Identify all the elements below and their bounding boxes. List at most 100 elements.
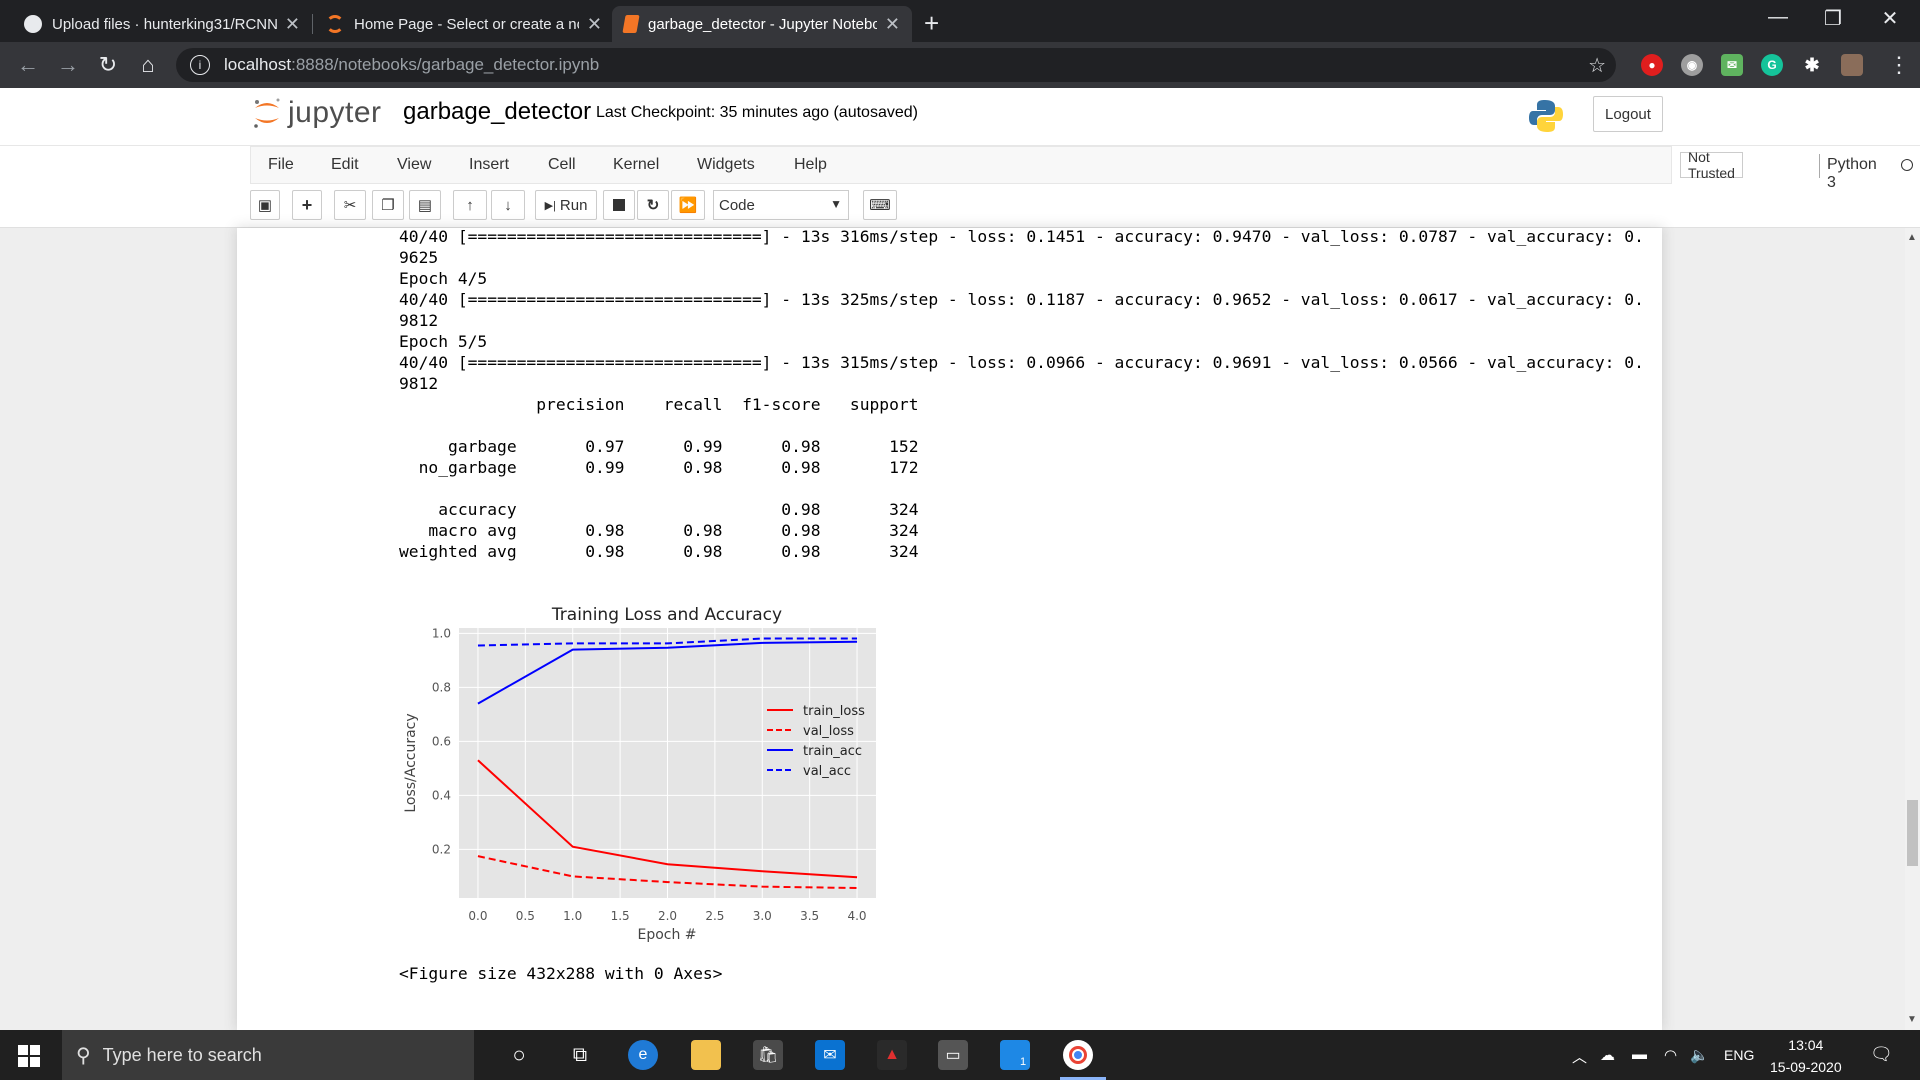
phone-app-icon[interactable]: 1 <box>1000 1040 1030 1070</box>
logout-button[interactable]: Logout <box>1593 96 1663 132</box>
close-icon[interactable]: ✕ <box>587 14 602 35</box>
copy-button[interactable]: ❐ <box>372 190 404 220</box>
restart-run-all-button[interactable]: ⏩ <box>671 190 705 220</box>
system-clock[interactable]: 13:04 15-09-2020 <box>1770 1034 1842 1078</box>
show-hidden-icons-icon[interactable]: ︿ <box>1572 1046 1587 1067</box>
scroll-thumb[interactable] <box>1907 800 1918 866</box>
extension-red-icon[interactable]: ● <box>1641 54 1663 76</box>
menu-file[interactable]: File <box>268 156 294 174</box>
tab-title: garbage_detector - Jupyter Notebook <box>648 15 877 33</box>
cell-type-value: Code <box>719 196 755 214</box>
scroll-up-icon[interactable]: ▲ <box>1907 232 1917 243</box>
more-menu-icon[interactable]: ⋮ <box>1888 52 1910 78</box>
move-up-button[interactable]: ↑ <box>453 190 487 220</box>
x-tick-label: 2.0 <box>658 909 677 923</box>
close-icon[interactable]: ✕ <box>285 14 300 35</box>
clock-date: 15-09-2020 <box>1770 1059 1842 1075</box>
menu-edit[interactable]: Edit <box>331 156 359 174</box>
jupyter-logo[interactable]: jupyter <box>252 96 382 130</box>
tab-home-page[interactable]: Home Page - Select or create a notebook … <box>314 6 614 42</box>
menu-widgets[interactable]: Widgets <box>697 156 755 174</box>
profile-avatar[interactable] <box>1841 54 1863 76</box>
reload-icon[interactable]: ↻ <box>94 52 122 78</box>
home-icon[interactable]: ⌂ <box>134 52 162 78</box>
close-window-icon[interactable]: ✕ <box>1870 6 1910 31</box>
address-bar[interactable]: i localhost:8888/notebooks/garbage_detec… <box>176 48 1616 82</box>
page-scrollbar[interactable]: ▲ ▼ <box>1905 228 1920 1030</box>
cell-output-text: 40/40 [==============================] -… <box>399 226 1644 562</box>
tab-title: Upload files · hunterking31/RCNN <box>52 15 277 33</box>
terminal-icon[interactable]: ▭ <box>938 1040 968 1070</box>
scroll-down-icon[interactable]: ▼ <box>1907 1014 1917 1025</box>
tab-separator <box>312 14 313 34</box>
fast-forward-icon: ⏩ <box>678 197 698 214</box>
minimize-icon[interactable]: — <box>1758 6 1798 29</box>
menu-insert[interactable]: Insert <box>469 156 509 174</box>
taskbar-search-input[interactable]: ⚲ Type here to search <box>62 1030 474 1080</box>
volume-icon[interactable]: 🔈 <box>1690 1046 1709 1064</box>
new-tab-button[interactable]: + <box>924 8 939 39</box>
trust-status-button[interactable]: Not Trusted <box>1680 149 1743 181</box>
game-app-icon[interactable]: ▲ <box>877 1040 907 1070</box>
github-icon <box>24 15 42 33</box>
file-explorer-icon[interactable] <box>691 1040 721 1070</box>
menu-help[interactable]: Help <box>794 156 827 174</box>
save-icon: ▣ <box>257 197 273 214</box>
cut-button[interactable]: ✂ <box>334 190 366 220</box>
wifi-icon[interactable]: ◠ <box>1664 1046 1677 1064</box>
bookmark-star-icon[interactable]: ☆ <box>1588 53 1606 78</box>
chrome-icon[interactable] <box>1063 1040 1093 1070</box>
kernel-name: Python 3 <box>1827 156 1877 191</box>
back-arrow-icon[interactable]: ← <box>14 52 42 78</box>
x-axis-label: Epoch # <box>637 927 696 943</box>
checkpoint-status: Last Checkpoint: 35 minutes ago (autosav… <box>596 104 918 121</box>
arrow-down-icon: ↓ <box>504 196 512 214</box>
output-line: macro avg 0.98 0.98 0.98 324 <box>399 521 919 540</box>
notebook-icon <box>622 15 640 33</box>
save-button[interactable]: ▣ <box>250 190 280 220</box>
extension-circle-icon[interactable]: ◉ <box>1681 54 1703 76</box>
notebook-name[interactable]: garbage_detector <box>403 98 591 126</box>
action-center-icon[interactable]: 🗨 <box>1870 1044 1893 1065</box>
close-icon[interactable]: ✕ <box>885 14 900 35</box>
menu-view[interactable]: View <box>397 156 431 174</box>
grammarly-icon[interactable]: G <box>1761 54 1783 76</box>
task-view-icon[interactable]: ⧉ <box>565 1040 595 1070</box>
output-line: precision recall f1-score support <box>399 395 919 414</box>
site-info-icon[interactable]: i <box>190 55 210 75</box>
url-path: :8888/notebooks/garbage_detector.ipynb <box>291 55 600 74</box>
legend-label: val_loss <box>803 724 854 739</box>
y-axis-label: Loss/Accuracy <box>403 713 419 812</box>
mail-icon[interactable]: ✉ <box>815 1040 845 1070</box>
menu-cell[interactable]: Cell <box>548 156 576 174</box>
insert-cell-button[interactable]: + <box>292 190 322 220</box>
tab-upload-files[interactable]: Upload files · hunterking31/RCNN ✕ <box>12 6 312 42</box>
copy-icon: ❐ <box>381 197 395 214</box>
battery-icon[interactable]: ▬ <box>1632 1046 1647 1063</box>
onedrive-icon[interactable]: ☁ <box>1600 1046 1615 1064</box>
cortana-icon[interactable]: ○ <box>504 1040 534 1070</box>
windows-start-icon[interactable] <box>18 1045 40 1067</box>
store-icon[interactable]: 🛍 <box>753 1040 783 1070</box>
output-line: 40/40 [==============================] -… <box>399 227 1644 246</box>
input-language[interactable]: ENG <box>1724 1047 1754 1063</box>
restore-icon[interactable]: ❐ <box>1813 6 1853 31</box>
run-button[interactable]: ▶| Run <box>535 190 597 220</box>
edge-icon[interactable]: e <box>628 1040 658 1070</box>
menu-kernel[interactable]: Kernel <box>613 156 659 174</box>
extensions-puzzle-icon[interactable]: ✱ <box>1801 54 1823 76</box>
cell-type-select[interactable]: Code ▼ <box>713 190 849 220</box>
move-down-button[interactable]: ↓ <box>491 190 525 220</box>
forward-arrow-icon[interactable]: → <box>54 52 82 78</box>
restart-kernel-button[interactable]: ↻ <box>637 190 669 220</box>
command-palette-button[interactable]: ⌨ <box>863 190 897 220</box>
tab-garbage-detector[interactable]: garbage_detector - Jupyter Notebook ✕ <box>612 6 912 42</box>
extension-mail-icon[interactable]: ✉ <box>1721 54 1743 76</box>
url-text: localhost:8888/notebooks/garbage_detecto… <box>224 55 599 75</box>
interrupt-button[interactable] <box>603 190 635 220</box>
paste-button[interactable]: ▤ <box>409 190 441 220</box>
x-tick-label: 0.0 <box>468 909 487 923</box>
jupyter-logo-text: jupyter <box>288 96 382 129</box>
url-host: localhost <box>224 55 292 74</box>
